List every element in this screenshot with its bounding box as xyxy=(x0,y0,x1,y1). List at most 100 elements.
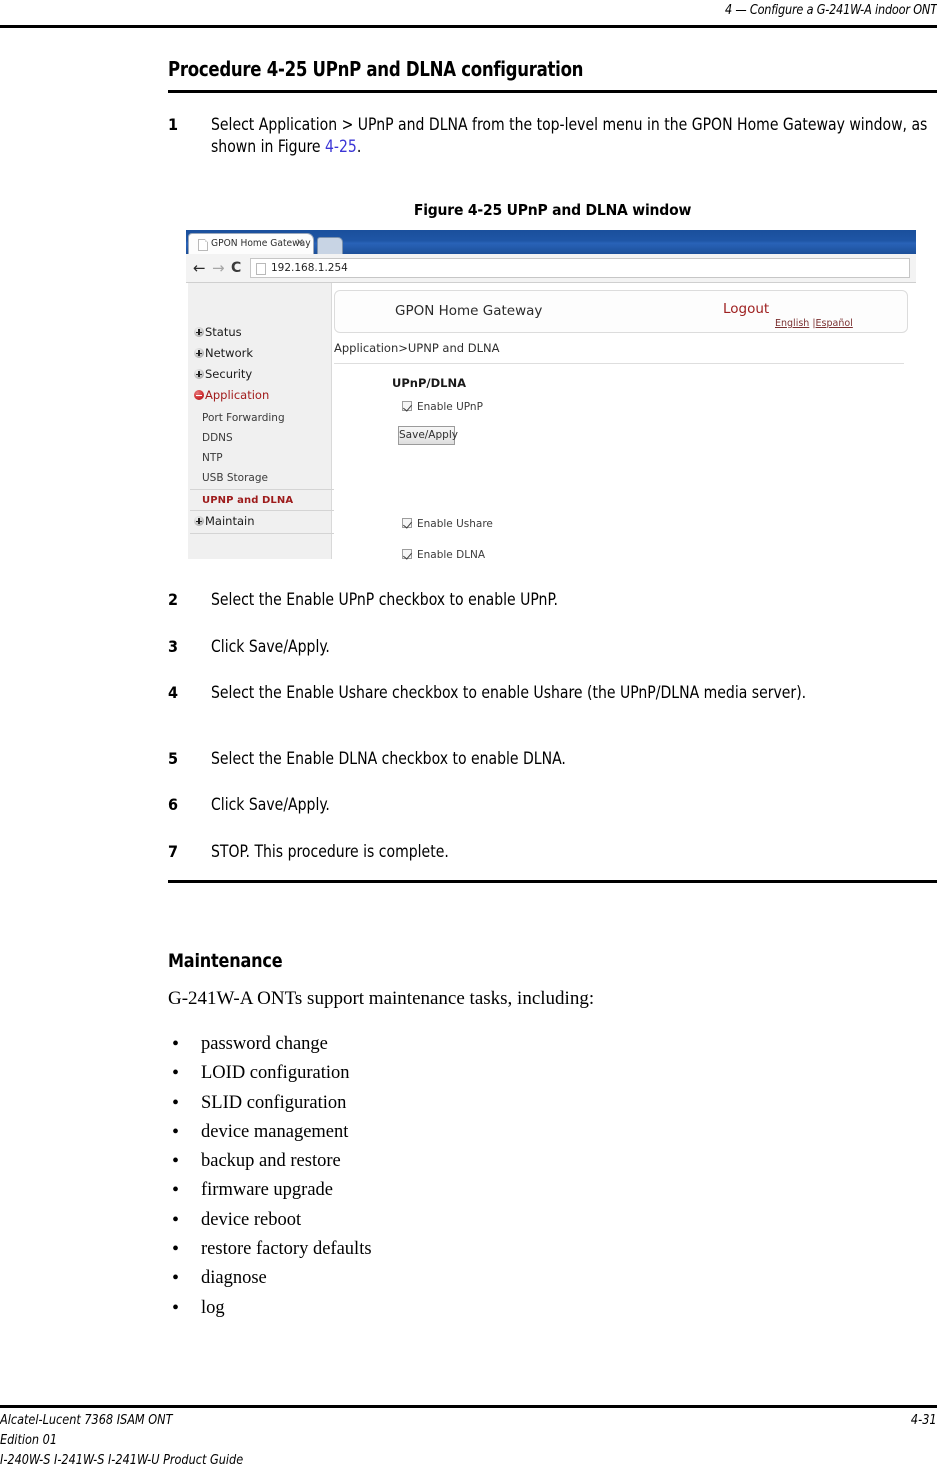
sidebar-item-network[interactable]: Network xyxy=(194,347,253,360)
sidebar-divider xyxy=(190,489,334,490)
address-bar-page-icon xyxy=(256,263,266,275)
step-text: Select the Enable UPnP checkbox to enabl… xyxy=(211,590,558,609)
list-item-label: password change xyxy=(201,1034,328,1054)
sidebar-item-upnp-and-dlna[interactable]: UPNP and DLNA xyxy=(202,495,293,506)
checkbox-icon[interactable] xyxy=(402,401,412,411)
procedure-step-7: 7 STOP. This procedure is complete. xyxy=(168,841,937,863)
list-item-label: log xyxy=(201,1297,225,1318)
footer-line-2: Edition 01 xyxy=(0,1432,58,1448)
list-item: • device reboot xyxy=(168,1206,768,1235)
footer-page-number: 4-31 xyxy=(911,1412,937,1428)
browser-screenshot: GPON Home Gateway × ← → C 192.168.1.254 … xyxy=(186,230,916,565)
expand-plus-icon[interactable] xyxy=(194,327,204,337)
figure-cross-reference-link[interactable]: 4-25 xyxy=(325,137,357,156)
bullet-icon: • xyxy=(172,1267,180,1290)
brand-title: GPON Home Gateway xyxy=(395,303,543,319)
expand-plus-icon[interactable] xyxy=(194,516,204,526)
bullet-icon: • xyxy=(172,1296,180,1319)
bullet-icon: • xyxy=(172,1033,180,1055)
tab-close-icon[interactable]: × xyxy=(296,238,304,248)
header-rule xyxy=(0,25,937,28)
bullet-icon: • xyxy=(172,1238,180,1261)
list-item: • restore factory defaults xyxy=(168,1235,768,1264)
section-title: UPnP/DLNA xyxy=(392,376,466,390)
bullet-icon: • xyxy=(172,1208,180,1231)
language-switcher[interactable]: English |Español xyxy=(775,318,853,329)
checkbox-label: Enable DLNA xyxy=(417,549,486,561)
bullet-icon: • xyxy=(172,1179,180,1202)
bullet-icon: • xyxy=(172,1091,180,1114)
list-item-label: restore factory defaults xyxy=(201,1239,372,1260)
maintenance-intro: G-241W-A ONTs support maintenance tasks,… xyxy=(168,988,595,1009)
sidebar-item-port-forwarding[interactable]: Port Forwarding xyxy=(202,412,285,424)
list-item: • diagnose xyxy=(168,1264,768,1293)
step-text: STOP. This procedure is complete. xyxy=(211,842,449,861)
sidebar-item-label: Application xyxy=(205,388,270,402)
new-tab-button[interactable] xyxy=(317,237,343,254)
list-item: • firmware upgrade xyxy=(168,1176,768,1205)
sidebar-item-ntp[interactable]: NTP xyxy=(202,452,223,464)
language-espanol-link[interactable]: Español xyxy=(816,318,853,329)
bullet-icon: • xyxy=(172,1120,180,1143)
address-bar[interactable]: 192.168.1.254 xyxy=(250,258,910,278)
list-item-label: diagnose xyxy=(201,1268,267,1289)
list-item: • SLID configuration xyxy=(168,1089,768,1118)
list-item: • LOID configuration xyxy=(168,1059,768,1088)
logout-link[interactable]: Logout xyxy=(723,301,769,317)
procedure-step-6: 6 Click Save/Apply. xyxy=(168,794,937,816)
enable-upnp-checkbox-row[interactable]: Enable UPnP xyxy=(402,401,483,413)
step-text: Click Save/Apply. xyxy=(211,637,330,656)
collapse-minus-icon[interactable] xyxy=(194,390,204,400)
procedure-title: Procedure 4-25 UPnP and DLNA configurati… xyxy=(168,57,584,81)
step-text-before: Select Application > UPnP and DLNA from … xyxy=(211,115,928,156)
browser-titlebar: GPON Home Gateway × xyxy=(186,230,916,255)
browser-toolbar: ← → C 192.168.1.254 xyxy=(186,254,916,283)
list-item-label: firmware upgrade xyxy=(201,1180,334,1201)
step-text: Select Application > UPnP and DLNA from … xyxy=(211,114,937,158)
list-item-label: backup and restore xyxy=(201,1151,341,1172)
procedure-step-3: 3 Click Save/Apply. xyxy=(168,636,937,658)
enable-dlna-checkbox-row[interactable]: Enable DLNA xyxy=(402,549,485,561)
sidebar-divider xyxy=(190,510,334,511)
procedure-end-rule xyxy=(168,880,937,883)
address-bar-url: 192.168.1.254 xyxy=(271,262,348,274)
expand-plus-icon[interactable] xyxy=(194,369,204,379)
expand-plus-icon[interactable] xyxy=(194,348,204,358)
step-number: 1 xyxy=(168,115,179,134)
sidebar-item-security[interactable]: Security xyxy=(194,368,252,381)
sidebar-item-maintain[interactable]: Maintain xyxy=(194,515,255,528)
sidebar-item-application[interactable]: Application xyxy=(194,389,269,402)
step-number: 6 xyxy=(168,795,179,814)
sidebar-item-ddns[interactable]: DDNS xyxy=(202,432,233,444)
procedure-step-5: 5 Select the Enable DLNA checkbox to ena… xyxy=(168,748,937,770)
back-arrow-icon[interactable]: ← xyxy=(193,259,206,277)
step-text-after: . xyxy=(356,136,362,156)
page-favicon-icon xyxy=(198,239,208,251)
procedure-title-rule xyxy=(168,90,937,93)
content-divider xyxy=(334,363,904,364)
reload-icon[interactable]: C xyxy=(231,259,241,277)
procedure-step-1: 1 Select Application > UPnP and DLNA fro… xyxy=(168,114,937,158)
checkbox-label: Enable UPnP xyxy=(417,401,483,413)
footer-line-3: I-240W-S I-241W-S I-241W-U Product Guide xyxy=(0,1452,244,1468)
forward-arrow-icon[interactable]: → xyxy=(212,259,225,277)
step-text: Select the Enable DLNA checkbox to enabl… xyxy=(211,749,566,768)
step-number: 2 xyxy=(168,590,179,609)
save-apply-button-upnp[interactable]: Save/Apply xyxy=(398,426,458,445)
checkbox-icon[interactable] xyxy=(402,518,412,528)
list-item: • backup and restore xyxy=(168,1147,768,1176)
page-header-card: GPON Home Gateway Logout English |Españo… xyxy=(334,290,908,333)
sidebar-item-label: Network xyxy=(205,346,254,360)
browser-tab[interactable]: GPON Home Gateway × xyxy=(188,233,314,255)
list-item-label: LOID configuration xyxy=(201,1063,350,1084)
language-english-link[interactable]: English xyxy=(775,318,809,329)
sidebar-item-usb-storage[interactable]: USB Storage xyxy=(202,472,268,484)
sidebar-item-label: Status xyxy=(205,325,242,339)
maintenance-task-list: • password change • LOID configuration • SL… xyxy=(168,1030,768,1323)
enable-ushare-checkbox-row[interactable]: Enable Ushare xyxy=(402,518,493,530)
checkbox-label: Enable Ushare xyxy=(417,518,493,530)
checkbox-icon[interactable] xyxy=(402,549,412,559)
sidebar-item-status[interactable]: Status xyxy=(194,326,242,339)
sidebar-divider xyxy=(190,533,334,534)
figure-caption: Figure 4-25 UPnP and DLNA window xyxy=(413,201,692,219)
